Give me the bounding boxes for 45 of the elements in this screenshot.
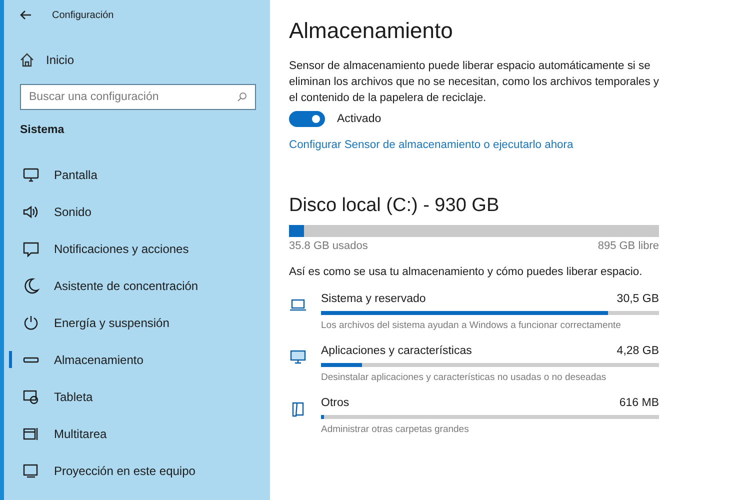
search-field[interactable]: Buscar una configuración — [20, 84, 256, 110]
toggle-switch[interactable] — [289, 111, 325, 127]
sidebar-item[interactable]: Energía y suspensión — [4, 304, 270, 341]
used-space-text: 35.8 GB usados — [289, 240, 368, 252]
category-size: 30,5 GB — [616, 293, 659, 305]
description-text: Sensor de almacenamiento puede liberar espacio automáticamente si se eliminan los archivos que no se necesitan, como los archivos temporales y el contenido de la papelera de reciclaje. — [289, 59, 659, 106]
power-icon — [22, 314, 40, 332]
category-description: Desinstalar aplicaciones y características no usadas o no deseadas — [321, 372, 608, 383]
sidebar-item[interactable]: Proyección en este equipo — [4, 452, 270, 489]
home-icon — [20, 53, 34, 67]
category-size: 4,28 GB — [616, 345, 659, 357]
back-arrow-icon[interactable] — [20, 10, 32, 20]
page-title: Almacenamiento — [289, 18, 454, 44]
moon-icon — [22, 276, 40, 294]
speech-bubble-icon — [22, 240, 40, 258]
category-description: Los archivos del sistema ayudan a Windows a funcionar correctamente — [321, 320, 622, 331]
sidebar-item[interactable]: Pantalla — [4, 156, 270, 193]
usage-intro-text: Así es como se usa tu almacenamiento y cómo puedes liberar espacio. — [289, 266, 644, 278]
sidebar-item[interactable]: Almacenamiento — [4, 341, 270, 378]
category-name: Sistema y reservado — [321, 293, 426, 305]
sidebar-item[interactable]: Asistente de concentración — [4, 267, 270, 304]
projector-icon — [22, 462, 40, 480]
toggle-label: Activado — [337, 113, 382, 125]
monitor-icon — [22, 166, 40, 184]
configure-link[interactable]: Configurar Sensor de almacenamiento o ejecutarlo ahora — [289, 139, 574, 151]
section-heading: Sistema — [19, 123, 66, 138]
category-size: 616 MB — [619, 397, 659, 409]
sidebar-item[interactable]: Tableta — [4, 378, 270, 415]
monitor-icon — [289, 348, 307, 366]
sidebar-item[interactable]: Notificaciones y acciones — [4, 230, 270, 267]
window-title: Configuración — [52, 10, 114, 20]
tablet-icon — [22, 388, 40, 406]
category-description: Administrar otras carpetas grandes — [321, 424, 470, 435]
search-icon — [237, 92, 247, 102]
free-space-text: 895 GB libre — [598, 240, 659, 252]
home-link[interactable]: Inicio — [4, 30, 270, 76]
category-name: Otros — [321, 397, 350, 409]
category-name: Aplicaciones y características — [321, 345, 472, 357]
storage-category[interactable]: Sistema y reservado 30,5 GB Los archivos del sistema ayudan a Windows a funcionar correctamente — [289, 293, 659, 331]
drive-title: Disco local (C:) - 930 GB — [289, 195, 500, 217]
sidebar-item[interactable]: Sonido — [4, 193, 270, 230]
storage-category[interactable]: Aplicaciones y características 4,28 GB Desinstalar aplicaciones y características no usadas o no deseadas — [289, 345, 659, 383]
storage-category[interactable]: Otros 616 MB Administrar otras carpetas grandes — [289, 397, 659, 435]
sidebar-item[interactable]: Multitarea — [4, 415, 270, 452]
storage-bar-icon — [22, 356, 40, 362]
